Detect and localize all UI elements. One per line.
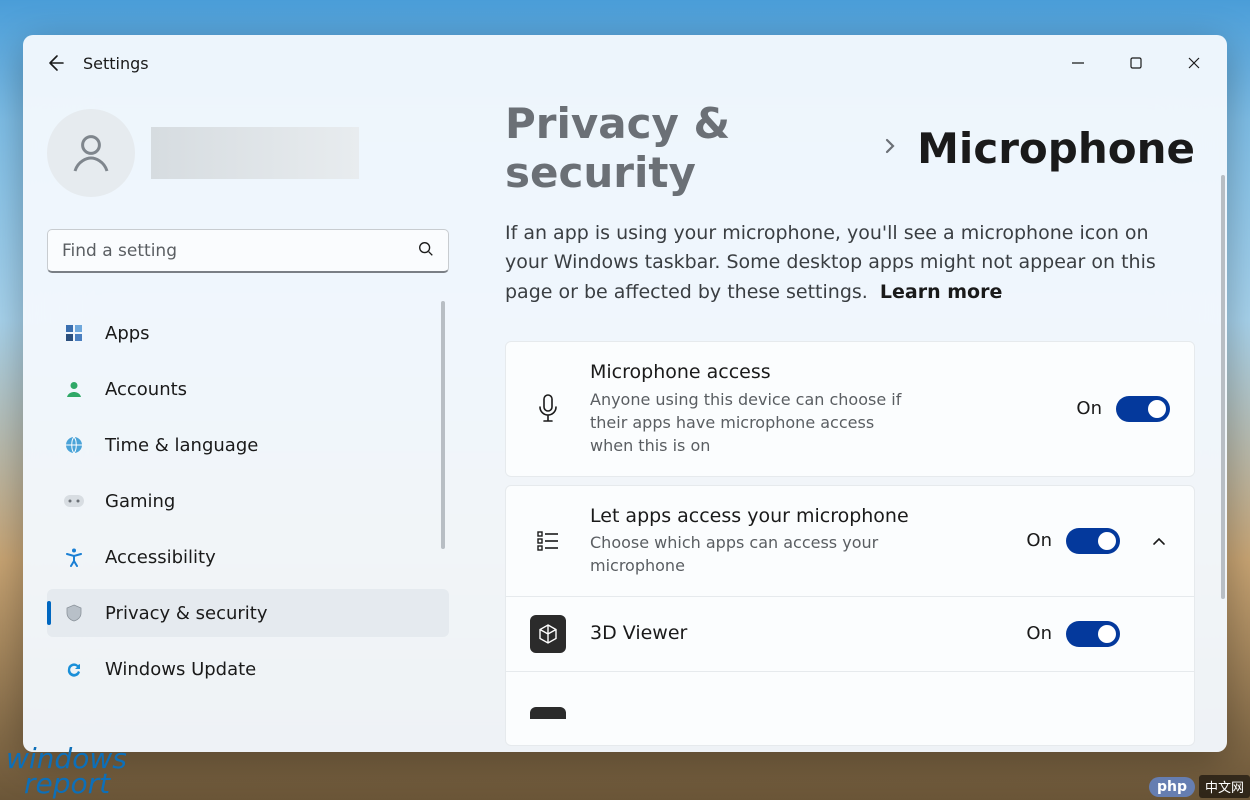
close-icon (1187, 56, 1201, 70)
back-button[interactable] (27, 35, 83, 91)
minimize-icon (1071, 56, 1085, 70)
breadcrumb-current: Microphone (917, 124, 1195, 173)
accounts-icon (63, 378, 85, 400)
nav-scrollbar[interactable] (441, 301, 445, 549)
app-row-3d-viewer: 3D Viewer On (506, 596, 1194, 671)
toggle-state-label: On (1076, 398, 1102, 419)
watermark-left: windows report (0, 742, 133, 800)
breadcrumb-parent[interactable]: Privacy & security (505, 99, 863, 197)
sidebar: Apps Accounts Time & language Gaming Acc… (23, 91, 473, 752)
nav-item-time-language[interactable]: Time & language (47, 421, 449, 469)
setting-row-mic-access: Microphone access Anyone using this devi… (506, 342, 1194, 475)
main-scrollbar[interactable] (1221, 175, 1225, 599)
let-apps-toggle[interactable] (1066, 528, 1120, 554)
app-icon-container (530, 707, 566, 719)
time-language-icon (63, 434, 85, 456)
chevron-up-icon (1151, 533, 1167, 549)
apps-icon (63, 322, 85, 344)
settings-window: Settings Apps (23, 35, 1227, 752)
toggle-group: On (1076, 396, 1170, 422)
nav-label: Accounts (105, 379, 187, 400)
profile-name-redacted (151, 127, 359, 179)
app-icon-partial (530, 707, 566, 719)
chevron-right-icon (881, 137, 899, 159)
toggle-state-label: On (1026, 530, 1052, 551)
minimize-button[interactable] (1049, 43, 1107, 83)
nav-label: Accessibility (105, 547, 216, 568)
search-icon (417, 240, 435, 262)
setting-subtitle: Anyone using this device can choose if t… (590, 388, 910, 458)
app-name: 3D Viewer (590, 621, 1002, 647)
back-arrow-icon (45, 53, 65, 73)
nav-item-windows-update[interactable]: Windows Update (47, 645, 449, 693)
expand-button[interactable] (1148, 530, 1170, 552)
nav-item-gaming[interactable]: Gaming (47, 477, 449, 525)
nav-label: Apps (105, 323, 150, 344)
setting-subtitle: Choose which apps can access your microp… (590, 531, 910, 577)
nav-label: Gaming (105, 491, 175, 512)
breadcrumb: Privacy & security Microphone (505, 99, 1195, 197)
main-content: Privacy & security Microphone If an app … (473, 91, 1227, 752)
toggle-group: On (1026, 621, 1120, 647)
titlebar: Settings (23, 35, 1227, 91)
setting-text: Microphone access Anyone using this devi… (590, 360, 1052, 457)
window-controls (1049, 43, 1223, 83)
learn-more-link[interactable]: Learn more (880, 281, 1002, 303)
app-3d-viewer-toggle[interactable] (1066, 621, 1120, 647)
nav-label: Windows Update (105, 659, 256, 680)
profile-area[interactable] (47, 109, 449, 197)
maximize-icon (1129, 56, 1143, 70)
maximize-button[interactable] (1107, 43, 1165, 83)
nav-item-apps[interactable]: Apps (47, 309, 449, 357)
toggle-state-label: On (1026, 623, 1052, 644)
mic-access-toggle[interactable] (1116, 396, 1170, 422)
search-container (47, 229, 449, 273)
window-title: Settings (83, 54, 149, 73)
nav-item-privacy-security[interactable]: Privacy & security (47, 589, 449, 637)
app-list-icon (530, 528, 566, 554)
watermark-right: php 中文网 (1149, 775, 1250, 798)
page-description: If an app is using your microphone, you'… (505, 219, 1185, 307)
nav-label: Privacy & security (105, 603, 268, 624)
person-icon (67, 129, 115, 177)
setting-text: Let apps access your microphone Choose w… (590, 504, 1002, 578)
search-input[interactable] (47, 229, 449, 273)
accessibility-icon (63, 546, 85, 568)
setting-row-let-apps[interactable]: Let apps access your microphone Choose w… (506, 486, 1194, 596)
setting-card-mic-access: Microphone access Anyone using this devi… (505, 341, 1195, 476)
gaming-icon (63, 490, 85, 512)
nav-list: Apps Accounts Time & language Gaming Acc… (47, 301, 449, 752)
app-icon-container (530, 615, 566, 653)
app-row-partial (506, 671, 1194, 745)
setting-title: Microphone access (590, 360, 1052, 386)
nav-label: Time & language (105, 435, 258, 456)
3d-viewer-icon (530, 615, 566, 653)
update-icon (63, 658, 85, 680)
nav-item-accessibility[interactable]: Accessibility (47, 533, 449, 581)
toggle-group: On (1026, 528, 1120, 554)
nav-item-accounts[interactable]: Accounts (47, 365, 449, 413)
privacy-icon (63, 602, 85, 624)
window-body: Apps Accounts Time & language Gaming Acc… (23, 91, 1227, 752)
setting-title: Let apps access your microphone (590, 504, 1002, 530)
microphone-icon (530, 393, 566, 425)
avatar (47, 109, 135, 197)
setting-card-let-apps: Let apps access your microphone Choose w… (505, 485, 1195, 746)
close-button[interactable] (1165, 43, 1223, 83)
app-name-text: 3D Viewer (590, 621, 1002, 647)
